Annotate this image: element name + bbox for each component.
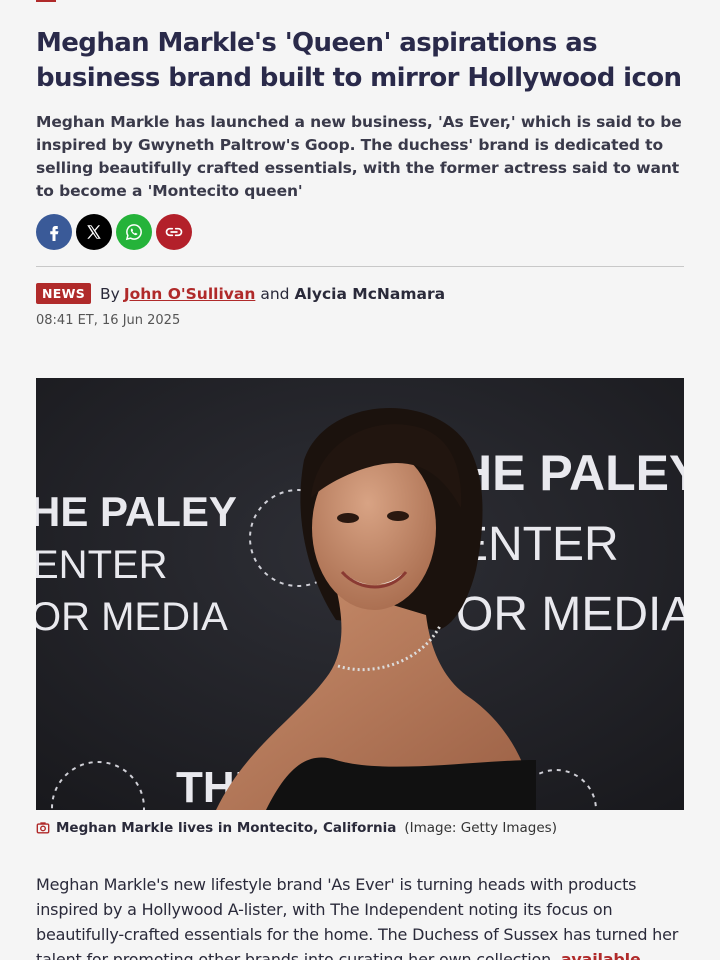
news-badge: NEWS xyxy=(36,283,91,304)
x-icon xyxy=(87,225,101,239)
author-alycia-mcnamara: Alycia McNamara xyxy=(294,284,446,303)
camera-icon xyxy=(36,822,50,834)
share-facebook-button[interactable] xyxy=(36,214,72,250)
image-credit: (Image: Getty Images) xyxy=(404,820,557,836)
previous-section-remnant xyxy=(36,0,56,2)
facebook-icon xyxy=(50,226,59,241)
share-bar xyxy=(36,214,192,250)
divider xyxy=(36,266,684,267)
share-whatsapp-button[interactable] xyxy=(116,214,152,250)
image-caption: Meghan Markle lives in Montecito, Califo… xyxy=(36,820,557,836)
backdrop-text-media-right: OR MEDIA xyxy=(456,588,684,641)
timestamp: 08:41 ET, 16 Jun 2025 xyxy=(36,313,181,328)
standfirst: Meghan Markle has launched a new busines… xyxy=(36,113,682,200)
backdrop-text-paley-right: HE PALEY xyxy=(456,445,684,501)
hero-photo: HE PALEY ENTER OR MEDIA HE PALEY ENTER O… xyxy=(36,378,684,810)
hero-image: HE PALEY ENTER OR MEDIA HE PALEY ENTER O… xyxy=(36,378,684,810)
headline: Meghan Markle's 'Queen' aspirations as b… xyxy=(36,28,682,93)
copy-link-icon xyxy=(165,227,183,237)
and-label: and xyxy=(260,284,290,303)
body-text: Meghan Markle's new lifestyle brand 'As … xyxy=(36,875,679,960)
backdrop-text-paley-left: HE PALEY xyxy=(36,488,237,535)
by-label: By xyxy=(100,284,120,303)
author-link-john-osullivan[interactable]: John O'Sullivan xyxy=(124,285,256,303)
backdrop-text-center-left: ENTER xyxy=(36,543,168,587)
copy-link-button[interactable] xyxy=(156,214,192,250)
article-body-paragraph: Meghan Markle's new lifestyle brand 'As … xyxy=(36,872,684,960)
byline: NEWS By John O'Sullivan and Alycia McNam… xyxy=(36,283,445,304)
whatsapp-icon xyxy=(125,224,142,241)
caption-text: Meghan Markle lives in Montecito, Califo… xyxy=(56,820,397,836)
share-x-button[interactable] xyxy=(76,214,112,250)
backdrop-text-media-left: OR MEDIA xyxy=(36,595,228,639)
